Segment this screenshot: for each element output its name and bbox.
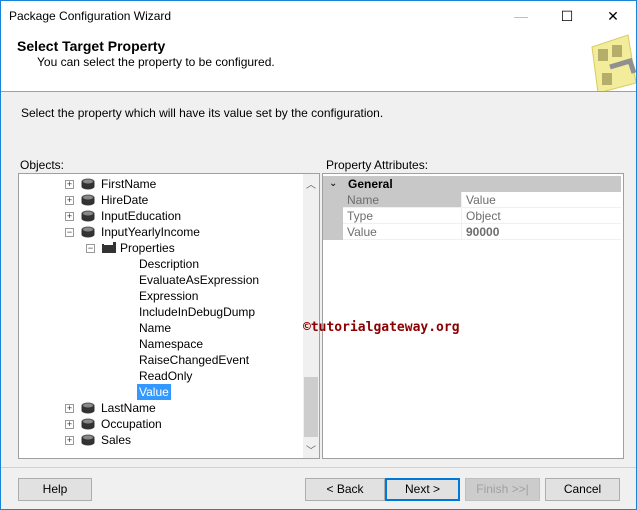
tree-item[interactable]: + HireDate xyxy=(19,192,303,208)
wizard-header: Select Target Property You can select th… xyxy=(1,31,636,92)
tree-item-label: FirstName xyxy=(101,177,157,191)
tree-item-label: Name xyxy=(139,321,172,335)
expand-toggle-icon[interactable]: − xyxy=(86,244,95,253)
tree-item-label: Description xyxy=(139,257,200,271)
tree-item[interactable]: Name xyxy=(19,320,303,336)
tree-item-label: Value xyxy=(137,384,171,400)
variable-icon xyxy=(81,418,95,430)
instruction-text: Select the property which will have its … xyxy=(21,106,384,120)
variable-icon xyxy=(81,434,95,446)
page-subtitle: You can select the property to be config… xyxy=(37,55,275,69)
tree-item[interactable]: − InputYearlyIncome xyxy=(19,224,303,240)
expand-toggle-icon[interactable]: + xyxy=(65,436,74,445)
tree-item[interactable]: − Properties xyxy=(19,240,303,256)
tree-item-label: Namespace xyxy=(139,337,204,351)
tree-item-label: Properties xyxy=(120,241,175,255)
tree-item[interactable]: Description xyxy=(19,256,303,272)
property-row-value[interactable]: Value 90000 xyxy=(323,224,621,240)
wizard-window: Package Configuration Wizard — ☐ ✕ Selec… xyxy=(0,0,637,510)
footer-divider xyxy=(1,467,636,468)
tree-item[interactable]: Namespace xyxy=(19,336,303,352)
page-title: Select Target Property xyxy=(17,38,166,54)
scroll-up-icon[interactable]: ︿ xyxy=(303,176,319,191)
cancel-button[interactable]: Cancel xyxy=(545,478,620,501)
expand-toggle-icon[interactable]: + xyxy=(65,196,74,205)
tree-item-label: InputYearlyIncome xyxy=(101,225,200,239)
property-grid: ⌄ General Name Value Type Object Value 9… xyxy=(322,173,624,459)
group-label: General xyxy=(348,177,393,191)
variable-icon xyxy=(81,178,95,190)
wizard-logo-icon xyxy=(591,34,636,91)
variable-icon xyxy=(81,402,95,414)
variable-icon xyxy=(81,194,95,206)
tree-item[interactable]: + InputEducation xyxy=(19,208,303,224)
tree-item-label: IncludeInDebugDump xyxy=(139,305,256,319)
variable-icon xyxy=(81,210,95,222)
property-row-type[interactable]: Type Object xyxy=(323,208,621,224)
grid-header-row: Name Value xyxy=(323,192,621,208)
maximize-button[interactable]: ☐ xyxy=(544,1,590,31)
watermark: ©tutorialgateway.org xyxy=(303,320,460,335)
property-name: Type xyxy=(343,208,461,224)
tree-item[interactable]: ReadOnly xyxy=(19,368,303,384)
property-name: Value xyxy=(343,224,461,240)
objects-tree[interactable]: + FirstName + HireDate + InputEducation − Input… xyxy=(18,173,320,459)
expand-toggle-icon[interactable]: + xyxy=(65,212,74,221)
tree-item[interactable]: IncludeInDebugDump xyxy=(19,304,303,320)
property-value[interactable]: 90000 xyxy=(461,224,621,240)
expand-toggle-icon[interactable]: + xyxy=(65,180,74,189)
property-value: Object xyxy=(461,208,621,224)
tree-item[interactable]: RaiseChangedEvent xyxy=(19,352,303,368)
tree-item[interactable]: + Sales xyxy=(19,432,303,448)
tree-item-label: InputEducation xyxy=(101,209,182,223)
variable-icon xyxy=(81,226,95,238)
tree-item[interactable]: Value xyxy=(19,384,303,400)
minimize-button[interactable]: — xyxy=(498,1,544,31)
collapse-chevron-icon[interactable]: ⌄ xyxy=(329,176,337,192)
tree-item-label: HireDate xyxy=(101,193,149,207)
header-value: Value xyxy=(461,192,621,208)
tree-item-label: LastName xyxy=(101,401,156,415)
tree-item-label: Sales xyxy=(101,433,132,447)
tree-item-label: Occupation xyxy=(101,417,162,431)
tree-item-label: RaiseChangedEvent xyxy=(139,353,250,367)
expand-toggle-icon[interactable]: + xyxy=(65,404,74,413)
tree-item[interactable]: + Occupation xyxy=(19,416,303,432)
header-name: Name xyxy=(343,192,461,208)
title-bar: Package Configuration Wizard — ☐ ✕ xyxy=(1,1,636,31)
folder-icon xyxy=(101,241,117,254)
finish-button: Finish >>| xyxy=(465,478,540,501)
tree-item[interactable]: + FirstName xyxy=(19,176,303,192)
window-title: Package Configuration Wizard xyxy=(9,9,172,23)
tree-item[interactable]: EvaluateAsExpression xyxy=(19,272,303,288)
next-button[interactable]: Next > xyxy=(385,478,460,501)
property-attributes-label: Property Attributes: xyxy=(326,158,429,172)
tree-scrollbar[interactable]: ︿ ﹀ xyxy=(303,174,319,458)
close-button[interactable]: ✕ xyxy=(590,1,636,31)
tree-item-label: ReadOnly xyxy=(139,369,193,383)
scroll-down-icon[interactable]: ﹀ xyxy=(303,442,319,457)
objects-label: Objects: xyxy=(20,158,65,172)
back-button[interactable]: < Back xyxy=(305,478,385,501)
expand-toggle-icon[interactable]: + xyxy=(65,420,74,429)
tree-item-label: EvaluateAsExpression xyxy=(139,273,260,287)
tree-item[interactable]: Expression xyxy=(19,288,303,304)
help-button[interactable]: Help xyxy=(18,478,92,501)
expand-toggle-icon[interactable]: − xyxy=(65,228,74,237)
scrollbar-thumb[interactable] xyxy=(304,377,318,437)
tree-item[interactable]: + LastName xyxy=(19,400,303,416)
group-general[interactable]: ⌄ General xyxy=(323,176,621,192)
tree-item-label: Expression xyxy=(139,289,199,303)
